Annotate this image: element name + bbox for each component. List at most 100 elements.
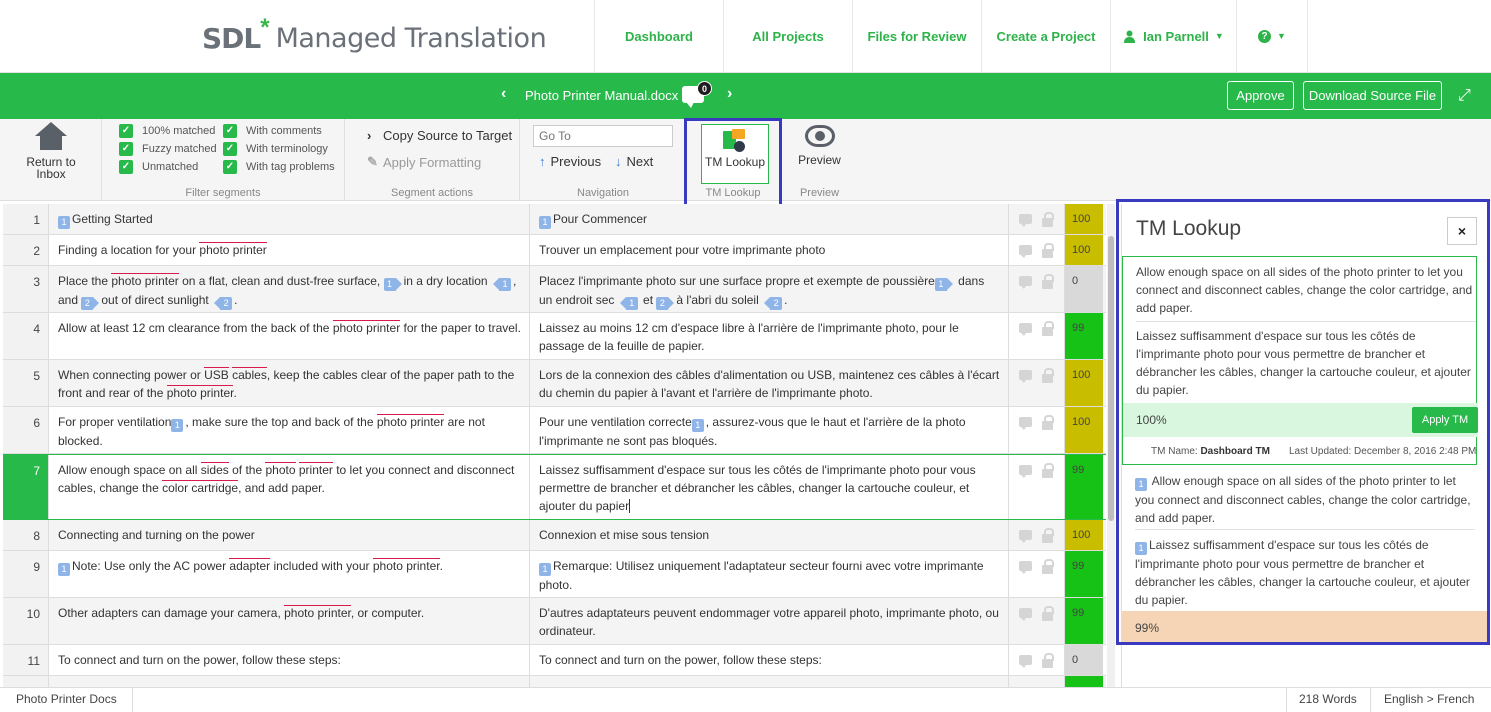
segment-number: 8 — [3, 520, 49, 550]
target-cell[interactable]: 1 Pour Commencer — [530, 204, 1009, 234]
segment-number: 10 — [3, 598, 49, 644]
target-text: Pour une ventilation correcte 1, assurez-… — [539, 415, 966, 448]
return-to-inbox-button[interactable]: Return to Inbox — [0, 122, 102, 180]
target-cell[interactable]: D'autres adaptateurs peuvent endommager … — [530, 598, 1009, 644]
source-cell[interactable]: When connecting power or USB cables, kee… — [49, 360, 530, 406]
comment-icon[interactable] — [1019, 417, 1032, 430]
nav-files-for-review[interactable]: Files for Review — [852, 0, 981, 72]
target-text: D'autres adaptateurs peuvent endommager … — [539, 606, 999, 638]
lock-icon[interactable] — [1042, 321, 1054, 336]
segment-icons — [1009, 407, 1065, 453]
expand-icon[interactable]: ⤢ — [1458, 87, 1471, 105]
target-cell[interactable]: To connect and turn on the power, follow… — [530, 645, 1009, 675]
filter-with-tag-problems[interactable]: ✓ With tag problems — [223, 159, 343, 174]
comment-icon[interactable] — [1019, 561, 1032, 574]
lock-icon[interactable] — [1042, 274, 1054, 289]
comment-icon[interactable] — [1019, 465, 1032, 478]
source-cell[interactable]: Connecting and turning on the power — [49, 520, 530, 550]
target-cell[interactable]: Connexion et mise sous tension — [530, 520, 1009, 550]
filter-100-matched[interactable]: ✓ 100% matched — [119, 123, 223, 138]
table-row[interactable]: 9 1 Note: Use only the AC power adapter i… — [3, 551, 1106, 598]
apply-formatting-button[interactable]: ✎ Apply Formatting — [367, 154, 481, 170]
nav-create-project[interactable]: Create a Project — [981, 0, 1110, 72]
target-cell[interactable]: Laissez au moins 12 cm d'espace libre à … — [530, 313, 1009, 359]
approve-button[interactable]: Approve — [1227, 81, 1294, 110]
filter-with-comments[interactable]: ✓ With comments — [223, 123, 343, 138]
comment-icon[interactable] — [1019, 370, 1032, 383]
source-cell[interactable] — [49, 676, 530, 687]
source-text: Place the photo printer on a flat, clean… — [58, 273, 517, 310]
next-file-icon[interactable]: › — [727, 85, 732, 103]
scrollbar-thumb[interactable] — [1108, 236, 1114, 521]
nav-all-projects[interactable]: All Projects — [723, 0, 852, 72]
target-text: Laissez suffisamment d'espace sur tous l… — [539, 463, 976, 513]
comment-icon[interactable] — [1019, 323, 1032, 336]
target-cell[interactable]: Pour une ventilation correcte 1, assurez-… — [530, 407, 1009, 453]
go-to-input[interactable] — [533, 125, 673, 147]
comment-icon[interactable] — [1019, 608, 1032, 621]
brand-logo[interactable]: SDL * Managed Translation — [202, 14, 547, 58]
target-editor[interactable]: Laissez suffisamment d'espace sur tous l… — [530, 455, 1009, 519]
source-cell[interactable]: Allow at least 12 cm clearance from the … — [49, 313, 530, 359]
lock-icon[interactable] — [1042, 606, 1054, 621]
comment-icon[interactable] — [1019, 276, 1032, 289]
target-cell[interactable]: Placez l'imprimante photo sur une surfac… — [530, 266, 1009, 312]
segment-icons — [1009, 313, 1065, 359]
lock-icon[interactable] — [1042, 653, 1054, 668]
table-row[interactable]: 11 To connect and turn on the power, fol… — [3, 645, 1106, 676]
nav-user-menu[interactable]: Ian Parnell ▼ — [1110, 0, 1236, 72]
segment-number — [3, 676, 49, 687]
source-cell[interactable]: Allow enough space on all sides of the p… — [49, 455, 530, 519]
lock-icon[interactable] — [1042, 559, 1054, 574]
table-row[interactable]: 2 Finding a location for your photo prin… — [3, 235, 1106, 266]
nav-dashboard[interactable]: Dashboard — [594, 0, 723, 72]
table-row[interactable] — [3, 676, 1106, 687]
source-cell[interactable]: To connect and turn on the power, follow… — [49, 645, 530, 675]
table-row-active[interactable]: 7 Allow enough space on all sides of the… — [3, 454, 1106, 520]
download-source-button[interactable]: Download Source File — [1303, 81, 1442, 110]
comment-icon[interactable] — [1019, 214, 1032, 227]
target-cell[interactable]: Trouver un emplacement pour votre imprim… — [530, 235, 1009, 265]
lock-icon[interactable] — [1042, 243, 1054, 258]
target-cell[interactable]: 1 Remarque: Utilisez uniquement l'adaptat… — [530, 551, 1009, 597]
table-row[interactable]: 8 Connecting and turning on the power Co… — [3, 520, 1106, 551]
target-cell[interactable]: Lors de la connexion des câbles d'alimen… — [530, 360, 1009, 406]
comment-icon[interactable] — [1019, 530, 1032, 543]
source-cell[interactable]: For proper ventilation 1, make sure the t… — [49, 407, 530, 453]
filter-unmatched[interactable]: ✓ Unmatched — [119, 159, 223, 174]
preview-button[interactable]: Preview — [780, 123, 859, 167]
word-count: 218 Words — [1299, 692, 1357, 706]
table-row[interactable]: 1 1 Getting Started 1 Pour Commencer 100 — [3, 204, 1106, 235]
nav-help-menu[interactable]: ? ▼ — [1236, 0, 1308, 72]
brand-product: Managed Translation — [275, 22, 547, 54]
filter-label: 100% matched — [142, 124, 216, 137]
table-row[interactable]: 6 For proper ventilation 1, make sure the… — [3, 407, 1106, 454]
source-cell[interactable]: Other adapters can damage your camera, p… — [49, 598, 530, 644]
lock-icon[interactable] — [1042, 368, 1054, 383]
table-row[interactable]: 3 Place the photo printer on a flat, cle… — [3, 266, 1106, 313]
next-button[interactable]: ↓ Next — [615, 154, 653, 169]
lock-icon[interactable] — [1042, 528, 1054, 543]
copy-source-button[interactable]: › Copy Source to Target — [367, 128, 512, 143]
filter-group: ✓ 100% matched ✓ With comments ✓ Fuzzy matc… — [102, 119, 345, 201]
lock-icon[interactable] — [1042, 212, 1054, 227]
filter-label: Fuzzy matched — [142, 142, 217, 155]
comment-icon[interactable] — [1019, 245, 1032, 258]
previous-button[interactable]: ↑ Previous — [539, 154, 601, 169]
segment-number: 7 — [3, 455, 49, 519]
source-cell[interactable]: 1 Getting Started — [49, 204, 530, 234]
prev-file-icon[interactable]: ‹ — [501, 85, 506, 103]
table-row[interactable]: 4 Allow at least 12 cm clearance from th… — [3, 313, 1106, 360]
source-cell[interactable]: Finding a location for your photo printe… — [49, 235, 530, 265]
lock-icon[interactable] — [1042, 415, 1054, 430]
table-row[interactable]: 5 When connecting power or USB cables, k… — [3, 360, 1106, 407]
table-row[interactable]: 10 Other adapters can damage your camera… — [3, 598, 1106, 645]
filter-with-terminology[interactable]: ✓ With terminology — [223, 141, 343, 156]
source-cell[interactable]: Place the photo printer on a flat, clean… — [49, 266, 530, 312]
lock-icon[interactable] — [1042, 463, 1054, 478]
target-cell[interactable] — [530, 676, 1009, 687]
comment-icon[interactable] — [1019, 655, 1032, 668]
source-cell[interactable]: 1 Note: Use only the AC power adapter inc… — [49, 551, 530, 597]
grid-scrollbar[interactable] — [1107, 204, 1115, 687]
filter-fuzzy-matched[interactable]: ✓ Fuzzy matched — [119, 141, 223, 156]
